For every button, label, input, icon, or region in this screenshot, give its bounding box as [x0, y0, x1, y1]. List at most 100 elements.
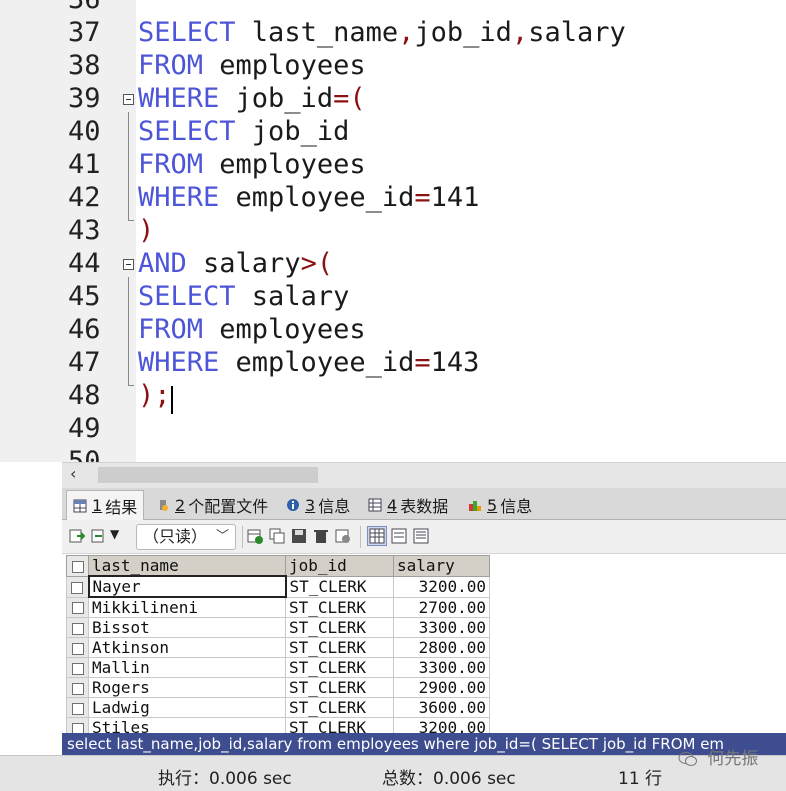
- tab-profiles[interactable]: 2 个配置文件: [150, 490, 274, 520]
- grid-icon: [73, 499, 87, 512]
- row-checkbox[interactable]: [66, 657, 89, 678]
- code-line: 45 SELECT salary: [0, 280, 786, 313]
- cell-salary[interactable]: 3300.00: [393, 617, 490, 638]
- cell-salary[interactable]: 3200.00: [393, 575, 490, 598]
- duplicate-row-icon[interactable]: [268, 527, 286, 545]
- cell-last-name[interactable]: Mallin: [88, 657, 286, 678]
- results-toolbar: ▼ （只读） ﹀: [62, 520, 786, 554]
- cell-job-id[interactable]: ST_CLERK: [285, 697, 394, 718]
- readonly-mode-select[interactable]: （只读） ﹀: [136, 524, 236, 550]
- tab-label: 表数据: [400, 497, 449, 516]
- row-checkbox[interactable]: [66, 717, 89, 733]
- sql-keyword: WHERE: [138, 83, 220, 114]
- column-header-job-id[interactable]: job_id: [285, 555, 394, 577]
- dropdown-arrow-icon[interactable]: ▼: [110, 527, 119, 541]
- sql-token: employees: [203, 50, 366, 81]
- insert-row-icon[interactable]: [246, 527, 264, 545]
- sql-operator: =: [414, 347, 431, 378]
- code-line: 40 SELECT job_id: [0, 115, 786, 148]
- code-line: 48);: [0, 379, 786, 412]
- export-icon[interactable]: [68, 527, 86, 545]
- table-row[interactable]: Bissot ST_CLERK 3300.00: [66, 617, 490, 638]
- row-checkbox[interactable]: [66, 637, 89, 658]
- cell-last-name[interactable]: Nayer: [87, 575, 287, 598]
- table-row[interactable]: Mikkilineni ST_CLERK 2700.00: [66, 596, 490, 618]
- table-row[interactable]: Nayer ST_CLERK 3200.00: [66, 575, 490, 598]
- sql-token: employee_id: [219, 347, 415, 378]
- line-number: 48: [68, 380, 101, 411]
- table-row[interactable]: Atkinson ST_CLERK 2800.00: [66, 637, 490, 658]
- cell-last-name[interactable]: Bissot: [88, 617, 286, 638]
- row-checkbox[interactable]: [66, 575, 89, 598]
- code-line: 42 WHERE employee_id=141: [0, 181, 786, 214]
- column-header-salary[interactable]: salary: [393, 555, 490, 577]
- fold-toggle-icon[interactable]: [123, 94, 134, 105]
- cell-salary[interactable]: 2800.00: [393, 637, 490, 658]
- cell-salary[interactable]: 2900.00: [393, 677, 490, 698]
- row-checkbox[interactable]: [66, 617, 89, 638]
- sql-keyword: SELECT: [138, 116, 236, 147]
- sql-token: employees: [203, 149, 366, 180]
- sql-editor[interactable]: 3637SELECT last_name,job_id,salary38FROM…: [0, 0, 786, 462]
- cell-job-id[interactable]: ST_CLERK: [285, 717, 394, 733]
- sql-operator: ,: [398, 17, 415, 48]
- table-row[interactable]: Stiles ST_CLERK 3200.00: [66, 717, 490, 733]
- cell-job-id[interactable]: ST_CLERK: [285, 617, 394, 638]
- sql-token: job_id: [414, 17, 512, 48]
- cell-job-id[interactable]: ST_CLERK: [285, 575, 394, 598]
- row-checkbox[interactable]: [66, 677, 89, 698]
- cell-last-name[interactable]: Mikkilineni: [88, 596, 286, 618]
- save-icon[interactable]: [290, 527, 308, 545]
- code-line: 46 FROM employees: [0, 313, 786, 346]
- table-row[interactable]: Rogers ST_CLERK 2900.00: [66, 677, 490, 698]
- cell-salary[interactable]: 3300.00: [393, 657, 490, 678]
- line-number: 39: [68, 83, 101, 114]
- editor-horizontal-scrollbar[interactable]: ‹: [62, 462, 786, 488]
- cell-last-name[interactable]: Rogers: [88, 677, 286, 698]
- toolbar-separator: [242, 526, 243, 548]
- fold-toggle-icon[interactable]: [123, 259, 134, 270]
- row-checkbox[interactable]: [66, 596, 89, 618]
- cell-last-name[interactable]: Ladwig: [88, 697, 286, 718]
- cell-last-name[interactable]: Atkinson: [88, 637, 286, 658]
- total-time: 总数：0.006 sec: [382, 769, 516, 789]
- text-view-icon[interactable]: [412, 527, 430, 545]
- results-grid[interactable]: last_name job_id salary Nayer ST_CLERK 320…: [62, 555, 786, 733]
- table-row[interactable]: Mallin ST_CLERK 3300.00: [66, 657, 490, 678]
- scrollbar-thumb[interactable]: [98, 467, 318, 483]
- readonly-mode-value: （只读）: [143, 527, 208, 546]
- import-icon[interactable]: [90, 527, 108, 545]
- code-line: 38 FROM employees: [0, 49, 786, 82]
- tab-results[interactable]: 1 结果: [66, 490, 145, 520]
- cell-job-id[interactable]: ST_CLERK: [285, 596, 394, 618]
- cell-salary[interactable]: 2700.00: [393, 596, 490, 618]
- sql-token: 143: [430, 347, 480, 378]
- sql-keyword: AND: [138, 248, 187, 279]
- tab-table-data[interactable]: 4 表数据: [362, 490, 454, 520]
- cell-salary[interactable]: 3600.00: [393, 697, 490, 718]
- sql-keyword: FROM: [138, 50, 204, 81]
- sql-token: employee_id: [219, 182, 415, 213]
- chevron-down-icon: ﹀: [215, 529, 229, 544]
- code-text: WHERE job_id=(: [138, 82, 366, 115]
- sql-operator: >(: [300, 248, 334, 279]
- delete-icon[interactable]: [312, 527, 330, 545]
- table-row[interactable]: Ladwig ST_CLERK 3600.00: [66, 697, 490, 718]
- select-all-checkbox[interactable]: [66, 555, 89, 577]
- form-view-icon[interactable]: [390, 527, 408, 545]
- cell-job-id[interactable]: ST_CLERK: [285, 637, 394, 658]
- cancel-changes-icon[interactable]: [334, 527, 352, 545]
- scroll-left-arrow-icon[interactable]: ‹: [70, 464, 76, 483]
- cell-last-name[interactable]: Stiles: [88, 717, 286, 733]
- code-line: 50: [0, 445, 786, 462]
- cell-job-id[interactable]: ST_CLERK: [285, 657, 394, 678]
- tab-info[interactable]: 3 信息: [280, 490, 356, 520]
- column-header-last-name[interactable]: last_name: [88, 555, 286, 577]
- cell-salary[interactable]: 3200.00: [393, 717, 490, 733]
- code-text: SELECT job_id: [138, 115, 349, 148]
- row-checkbox[interactable]: [66, 697, 89, 718]
- grid-view-icon[interactable]: [367, 526, 387, 546]
- cell-job-id[interactable]: ST_CLERK: [285, 677, 394, 698]
- sql-token: salary: [235, 281, 350, 312]
- tab-info-2[interactable]: 5 信息: [462, 490, 538, 520]
